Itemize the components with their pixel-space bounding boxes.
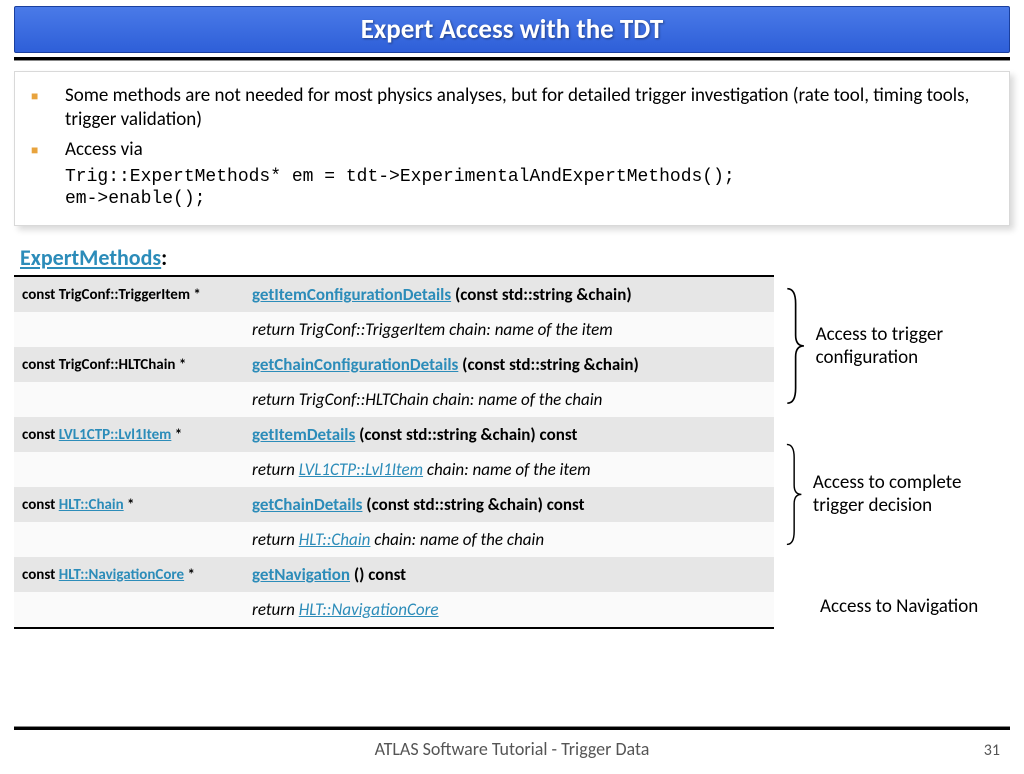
method-description: return HLT::Chain chain: name of the cha… <box>244 522 774 557</box>
code-line: em->enable(); <box>65 189 993 209</box>
bullet-item: Some methods are not needed for most phy… <box>31 84 993 132</box>
title-rule <box>14 57 1010 61</box>
type-link[interactable]: HLT::NavigationCore <box>59 566 184 584</box>
empty-cell <box>14 452 244 487</box>
method-link[interactable]: getChainDetails <box>252 494 362 515</box>
brace-icon <box>784 443 803 546</box>
method-signature: getItemDetails (const std::string &chain… <box>244 417 774 452</box>
method-signature: getChainDetails (const std::string &chai… <box>244 487 774 522</box>
method-row: const TrigConf::TriggerItem *getItemConf… <box>14 276 774 312</box>
methods-table: const TrigConf::TriggerItem *getItemConf… <box>14 275 774 629</box>
desc-link[interactable]: LVL1CTP::Lvl1Item <box>299 459 423 480</box>
empty-cell <box>14 592 244 628</box>
type-link[interactable]: LVL1CTP::Lvl1Item <box>59 426 172 444</box>
method-desc-row: return LVL1CTP::Lvl1Item chain: name of … <box>14 452 774 487</box>
side-label: Access to Navigation <box>820 595 978 619</box>
empty-cell <box>14 382 244 417</box>
method-description: return HLT::NavigationCore <box>244 592 774 628</box>
method-signature: getChainConfigurationDetails (const std:… <box>244 347 774 382</box>
return-type: const LVL1CTP::Lvl1Item * <box>14 417 244 452</box>
method-link[interactable]: getItemDetails <box>252 424 355 445</box>
method-row: const TrigConf::HLTChain *getChainConfig… <box>14 347 774 382</box>
expertmethods-link[interactable]: ExpertMethods <box>20 244 161 271</box>
title-bar: Expert Access with the TDT <box>14 6 1010 53</box>
footer-rule <box>14 726 1010 730</box>
brace-icon <box>784 287 806 405</box>
info-box: Some methods are not needed for most phy… <box>14 71 1010 226</box>
side-label: Access to trigger configuration <box>816 323 1010 371</box>
method-params: () const <box>350 564 406 585</box>
section-heading-suffix: : <box>161 244 167 271</box>
method-row: const HLT::NavigationCore *getNavigation… <box>14 557 774 592</box>
desc-link[interactable]: HLT::Chain <box>299 529 371 550</box>
bullet-item: Access via <box>31 138 993 162</box>
return-type: const HLT::NavigationCore * <box>14 557 244 592</box>
method-desc-row: return HLT::Chain chain: name of the cha… <box>14 522 774 557</box>
method-description: return TrigConf::TriggerItem chain: name… <box>244 312 774 347</box>
empty-cell <box>14 312 244 347</box>
footer-text: ATLAS Software Tutorial - Trigger Data <box>0 738 1024 760</box>
method-params: (const std::string &chain) const <box>355 424 577 445</box>
method-link[interactable]: getItemConfigurationDetails <box>252 284 451 305</box>
method-params: (const std::string &chain) <box>451 284 631 305</box>
bullet-icon <box>31 84 65 132</box>
method-desc-row: return HLT::NavigationCore <box>14 592 774 628</box>
method-desc-row: return TrigConf::TriggerItem chain: name… <box>14 312 774 347</box>
method-link[interactable]: getNavigation <box>252 564 350 585</box>
method-params: (const std::string &chain) const <box>362 494 584 515</box>
return-type: const TrigConf::TriggerItem * <box>14 276 244 312</box>
method-signature: getNavigation () const <box>244 557 774 592</box>
method-params: (const std::string &chain) <box>458 354 638 375</box>
return-type: const TrigConf::HLTChain * <box>14 347 244 382</box>
section-heading: ExpertMethods: <box>20 244 1010 271</box>
method-link[interactable]: getChainConfigurationDetails <box>252 354 458 375</box>
method-desc-row: return TrigConf::HLTChain chain: name of… <box>14 382 774 417</box>
side-label: Access to complete trigger decision <box>813 471 1010 519</box>
empty-cell <box>14 522 244 557</box>
code-line: Trig::ExpertMethods* em = tdt->Experimen… <box>65 167 993 187</box>
method-row: const HLT::Chain *getChainDetails (const… <box>14 487 774 522</box>
method-description: return TrigConf::HLTChain chain: name of… <box>244 382 774 417</box>
type-link[interactable]: HLT::Chain <box>59 496 124 514</box>
page-number: 31 <box>984 741 1000 760</box>
method-signature: getItemConfigurationDetails (const std::… <box>244 276 774 312</box>
bullet-text: Some methods are not needed for most phy… <box>65 84 993 132</box>
side-annotations: Access to trigger configuration Access t… <box>784 275 1010 629</box>
method-description: return LVL1CTP::Lvl1Item chain: name of … <box>244 452 774 487</box>
desc-link[interactable]: HLT::NavigationCore <box>299 599 439 620</box>
bullet-icon <box>31 138 65 162</box>
return-type: const HLT::Chain * <box>14 487 244 522</box>
method-row: const LVL1CTP::Lvl1Item *getItemDetails … <box>14 417 774 452</box>
bullet-text: Access via <box>65 138 143 162</box>
page-title: Expert Access with the TDT <box>361 13 664 46</box>
